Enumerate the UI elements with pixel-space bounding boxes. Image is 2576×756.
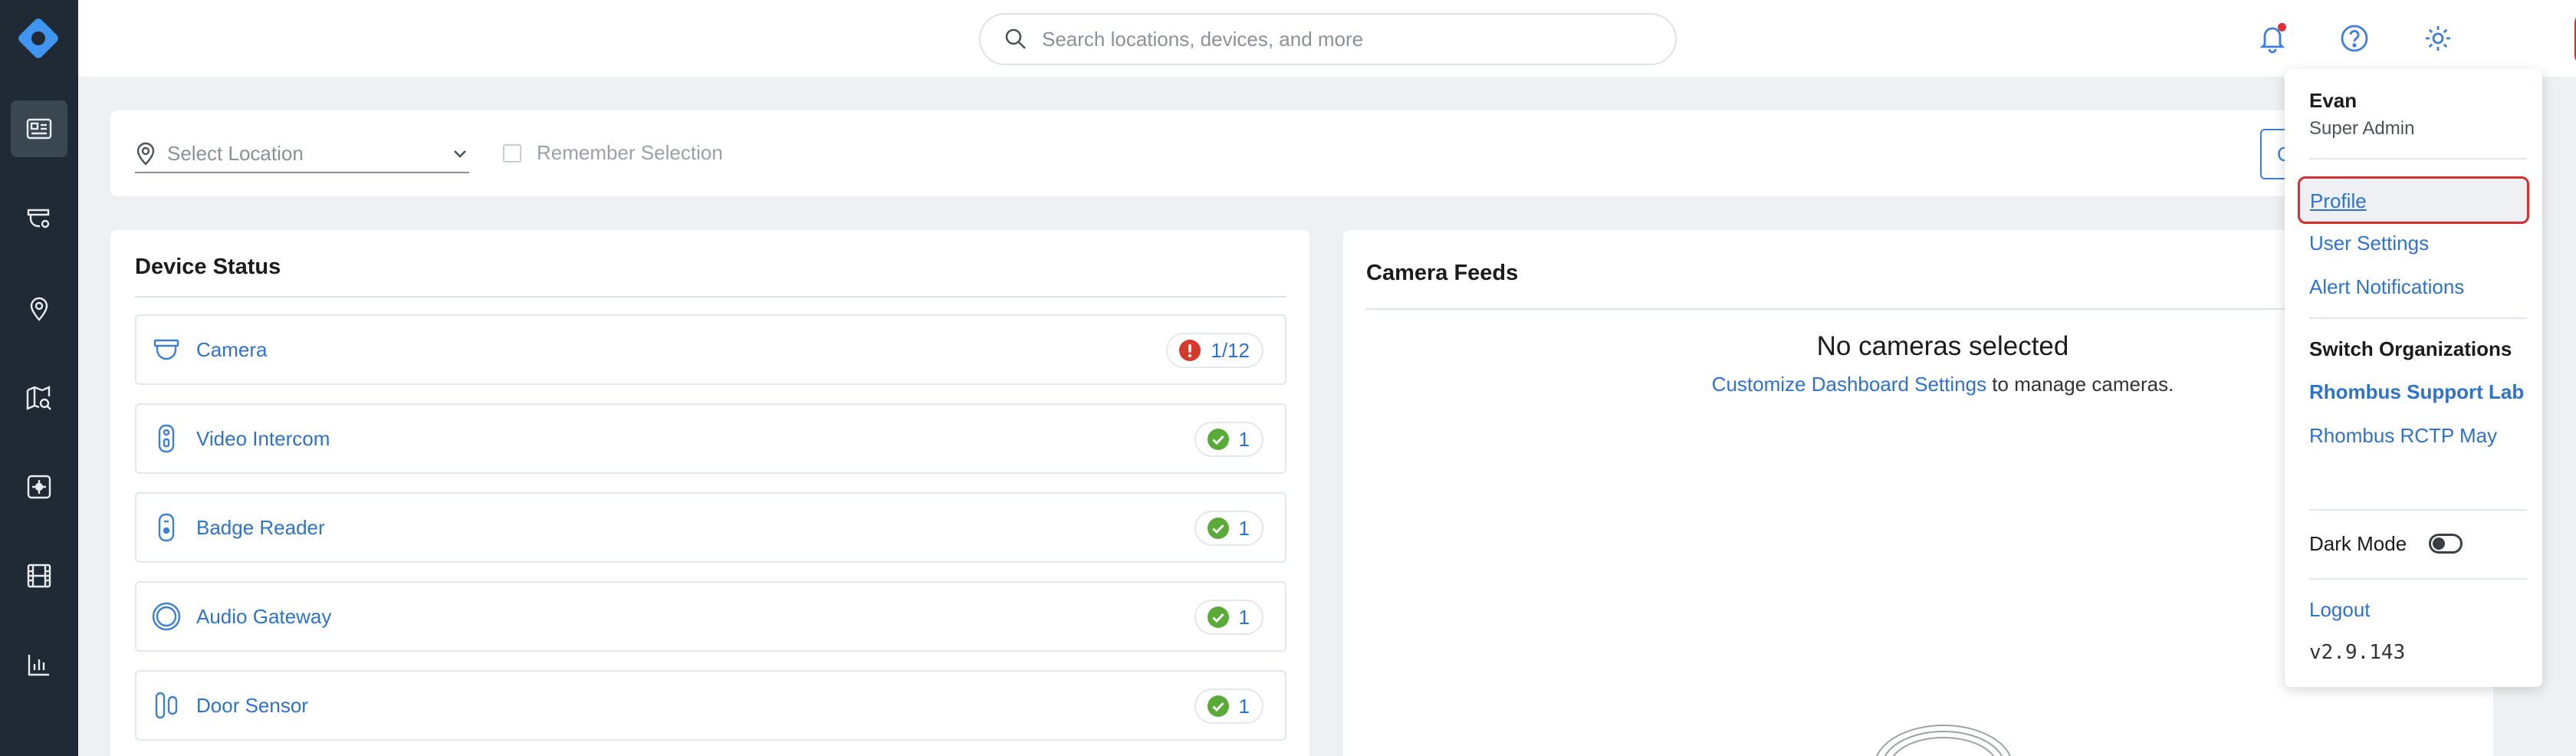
nav-integrations-icon[interactable]	[11, 459, 67, 515]
status-badge: 1	[1194, 511, 1263, 546]
door-sensor-icon	[147, 686, 186, 725]
sidebar	[0, 0, 78, 756]
toggle-knob	[2433, 537, 2445, 550]
status-badge: 1/12	[1166, 333, 1263, 368]
device-row-audio-gateway[interactable]: Audio Gateway 1	[135, 581, 1286, 652]
location-bar: Select Location Remember Selection C	[110, 110, 2449, 196]
user-role: Super Admin	[2309, 118, 2415, 139]
divider	[2309, 509, 2527, 511]
device-row-camera[interactable]: Camera 1/12	[135, 314, 1286, 385]
device-name: Badge Reader	[196, 515, 325, 539]
error-icon	[1179, 340, 1201, 361]
divider	[2309, 317, 2527, 319]
device-count: 1/12	[1211, 338, 1250, 362]
org-rhombus-rctp-may[interactable]: Rhombus RCTP May	[2309, 424, 2497, 448]
device-name: Video Intercom	[196, 426, 330, 450]
app-version: v2.9.143	[2309, 641, 2406, 664]
nav-devices-icon[interactable]	[11, 190, 67, 247]
device-name: Door Sensor	[196, 693, 308, 717]
global-search[interactable]	[979, 13, 1677, 65]
org-rhombus-support-lab[interactable]: Rhombus Support Lab	[2309, 380, 2524, 404]
audio-gateway-icon	[147, 597, 186, 636]
search-icon	[1005, 28, 1026, 49]
device-row-door-sensor[interactable]: Door Sensor 1	[135, 670, 1286, 741]
device-row-badge-reader[interactable]: Badge Reader 1	[135, 492, 1286, 563]
dark-mode-toggle[interactable]	[2429, 534, 2463, 554]
customize-dashboard-link[interactable]: Customize Dashboard Settings	[1712, 373, 1986, 396]
device-name: Audio Gateway	[196, 604, 332, 628]
location-pin-icon	[136, 142, 155, 166]
top-bar: EV	[78, 0, 2576, 77]
device-count: 1	[1238, 516, 1250, 540]
notifications-button[interactable]	[2251, 17, 2294, 60]
remember-selection[interactable]: Remember Selection	[503, 141, 723, 165]
notification-dot	[2278, 23, 2286, 31]
user-menu-dropdown: Evan Super Admin Profile User Settings A…	[2285, 69, 2542, 687]
check-circle-icon	[1207, 429, 1229, 450]
camera-illustration-icon	[1876, 725, 2011, 756]
profile-link-label: Profile	[2310, 189, 2367, 212]
device-count: 1	[1238, 605, 1250, 629]
device-status-title: Device Status	[135, 255, 281, 279]
check-circle-icon	[1207, 518, 1229, 539]
check-circle-icon	[1207, 695, 1229, 717]
divider	[135, 296, 1286, 297]
status-badge: 1	[1194, 600, 1263, 635]
settings-button[interactable]	[2417, 17, 2459, 60]
camera-icon	[147, 330, 186, 369]
rhombus-logo-icon[interactable]	[12, 12, 65, 65]
location-select[interactable]: Select Location	[135, 135, 469, 173]
profile-link[interactable]: Profile	[2298, 176, 2529, 224]
location-select-placeholder: Select Location	[167, 141, 304, 165]
logout-link[interactable]: Logout	[2309, 598, 2371, 622]
device-count: 1	[1238, 694, 1250, 718]
gear-icon	[2426, 26, 2450, 51]
alert-notifications-link[interactable]: Alert Notifications	[2309, 275, 2464, 299]
device-status-card: Device Status Camera 1/12 Video Intercom…	[110, 230, 1309, 756]
status-badge: 1	[1194, 422, 1263, 457]
device-name: Camera	[196, 337, 268, 361]
user-settings-link[interactable]: User Settings	[2309, 232, 2429, 255]
remember-selection-checkbox[interactable]	[503, 143, 521, 163]
nav-locations-icon[interactable]	[11, 280, 67, 337]
camera-feeds-title: Camera Feeds	[1366, 261, 1519, 285]
switch-organizations-title: Switch Organizations	[2309, 337, 2512, 360]
dark-mode-label: Dark Mode	[2309, 532, 2407, 555]
status-badge: 1	[1194, 689, 1263, 724]
nav-map-search-icon[interactable]	[11, 370, 67, 426]
no-cameras-suffix: to manage cameras.	[1986, 373, 2174, 396]
chevron-down-icon	[454, 150, 466, 158]
badge-reader-icon	[147, 508, 186, 547]
help-icon	[2341, 25, 2368, 52]
remember-selection-label: Remember Selection	[537, 141, 723, 164]
divider	[2309, 158, 2527, 159]
divider	[2309, 578, 2527, 580]
check-circle-icon	[1207, 606, 1229, 628]
video-intercom-icon	[147, 419, 186, 458]
device-row-video-intercom[interactable]: Video Intercom 1	[135, 403, 1286, 474]
nav-reports-icon[interactable]	[11, 636, 67, 693]
device-count: 1	[1238, 427, 1250, 451]
nav-video-icon[interactable]	[11, 547, 67, 604]
user-name: Evan	[2309, 89, 2358, 112]
nav-dashboard-icon[interactable]	[11, 100, 67, 157]
help-button[interactable]	[2333, 17, 2376, 60]
search-input[interactable]	[1042, 27, 1640, 51]
